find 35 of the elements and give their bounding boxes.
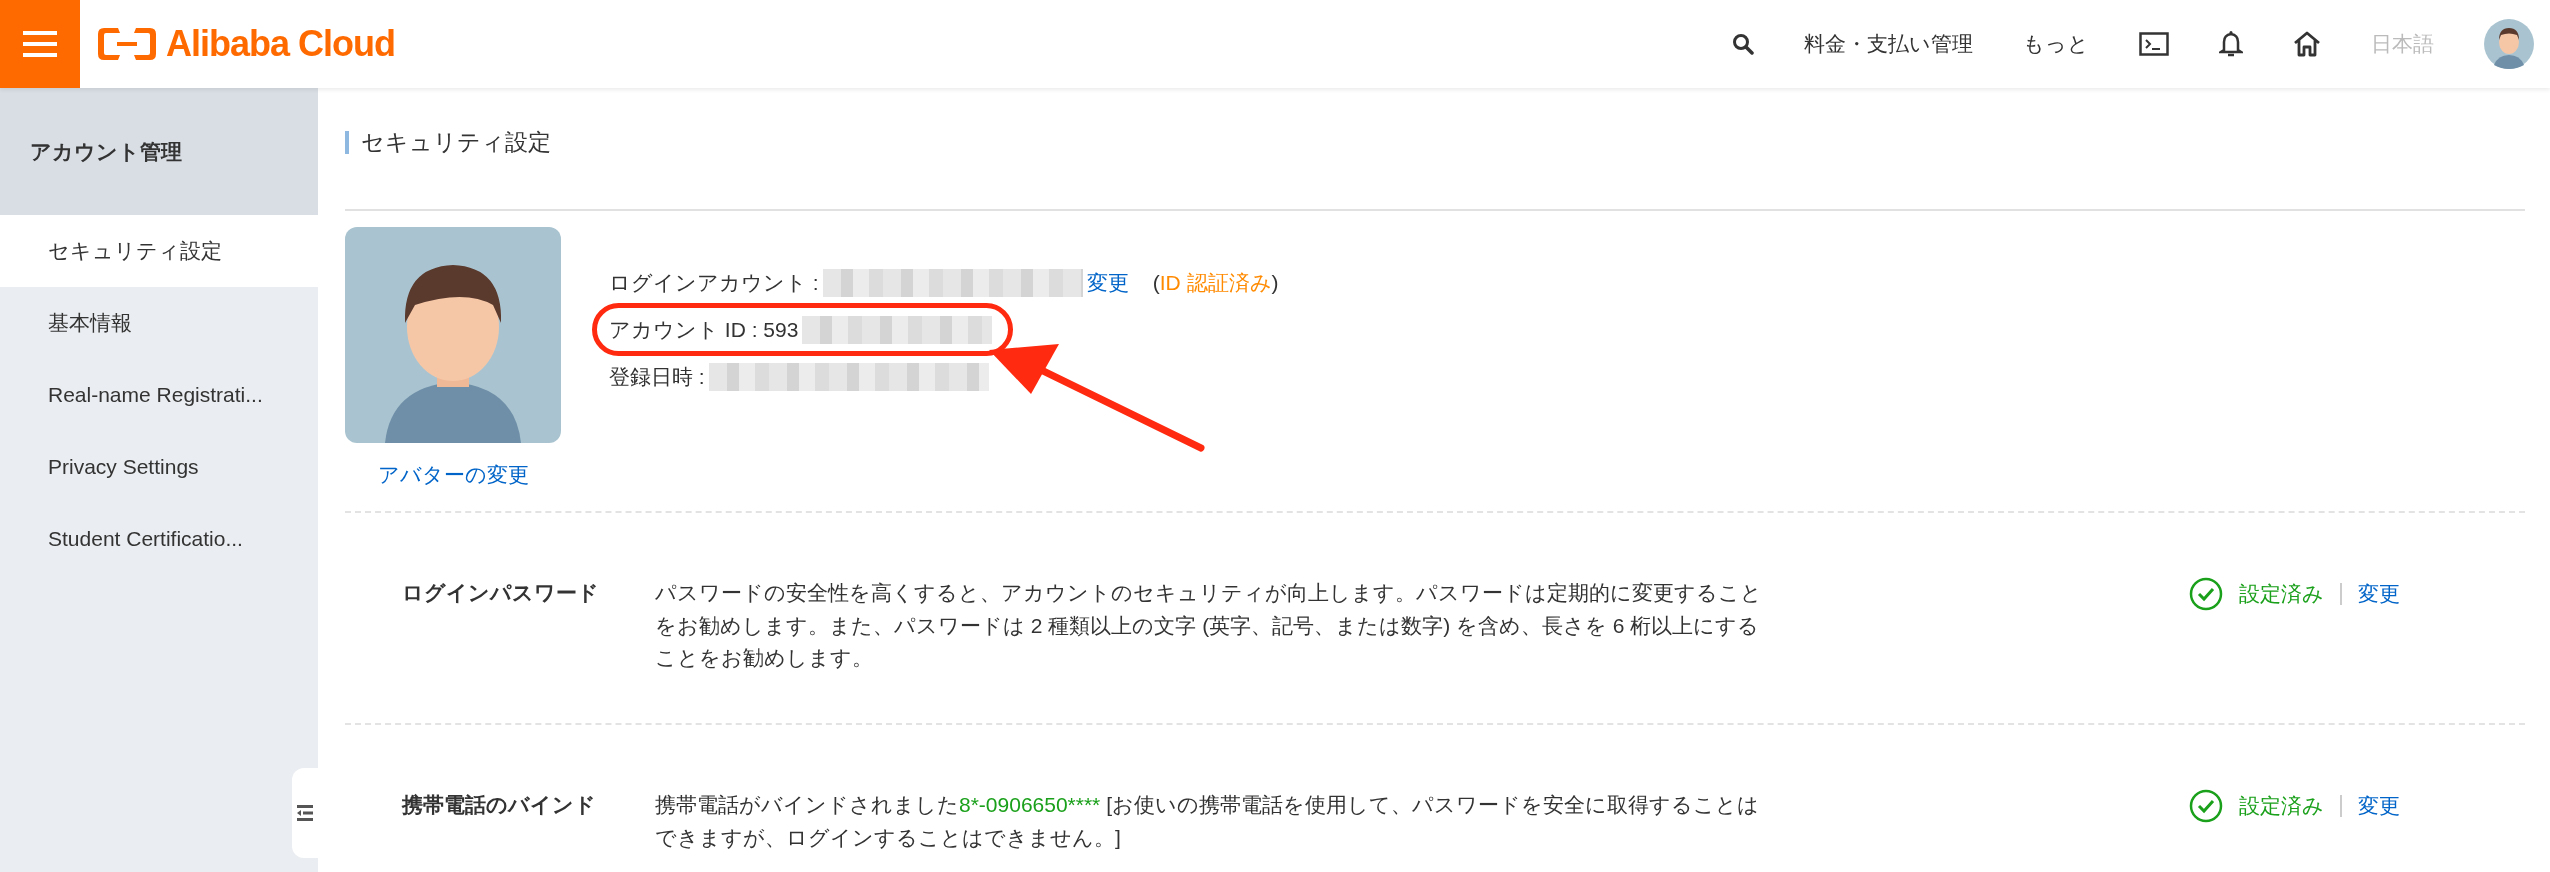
verified-label: ID 認証済み — [1159, 269, 1272, 296]
header-link[interactable]: もっと — [2023, 28, 2089, 60]
item-description: 携帯電話がバインドされました8*-0906650**** [お使いの携帯電話を使用して、パスワードを安全に取得することはできますが、ログインすることはできません。] — [655, 792, 1760, 851]
change-link[interactable]: 変更 — [2358, 790, 2400, 822]
menu-button[interactable] — [0, 0, 80, 88]
item-description: パスワードの安全性を高くすると、アカウントのセキュリティが向上します。パスワードは定期的に変更することをお勧めします。また、パスワードは 2 種類以上の文字 (英字、記号、または数字) を含め、長さを 6 桁以上にすることをお勧めします。 — [655, 580, 1763, 672]
sidebar-item[interactable]: セキュリティ設定 — [0, 215, 318, 287]
sidebar-item[interactable]: Student Certificatio... — [0, 503, 318, 575]
sidebar-item[interactable]: Privacy Settings — [0, 431, 318, 503]
search-icon[interactable] — [1732, 33, 1754, 55]
user-avatar[interactable] — [2484, 19, 2534, 69]
home-icon[interactable] — [2293, 31, 2321, 57]
menu-icon — [23, 31, 57, 57]
page-title: セキュリティ設定 — [345, 131, 2525, 154]
item-title: ログインパスワード — [402, 580, 600, 606]
status-label: 設定済み — [2239, 793, 2324, 820]
change-link[interactable]: 変更 — [1086, 266, 1129, 299]
field-label: 登録日時 : — [609, 363, 705, 390]
field-label: ログインアカウント : — [609, 269, 819, 296]
field-label: アカウント ID : 593 — [609, 316, 799, 343]
sidebar-item[interactable]: Real-name Registrati... — [0, 359, 318, 431]
status-label: 設定済み — [2239, 581, 2324, 608]
sidebar-title: アカウント管理 — [0, 88, 318, 215]
terminal-icon[interactable] — [2139, 32, 2169, 56]
bell-icon[interactable] — [2219, 30, 2243, 58]
bracket-text: ( — [1152, 269, 1160, 296]
header-link[interactable]: 料金・支払い管理 — [1804, 28, 1973, 60]
collapse-icon — [297, 804, 313, 822]
change-avatar-link[interactable]: アバターの変更 — [377, 459, 529, 491]
collapse-handle[interactable] — [292, 768, 318, 858]
logo-icon — [96, 26, 158, 62]
item-title: 携帯電話のバインド — [402, 792, 597, 818]
sidebar-item[interactable]: 基本情報 — [0, 287, 318, 359]
change-link[interactable]: 変更 — [2358, 578, 2400, 610]
bracket-text: ) — [1271, 269, 1279, 296]
